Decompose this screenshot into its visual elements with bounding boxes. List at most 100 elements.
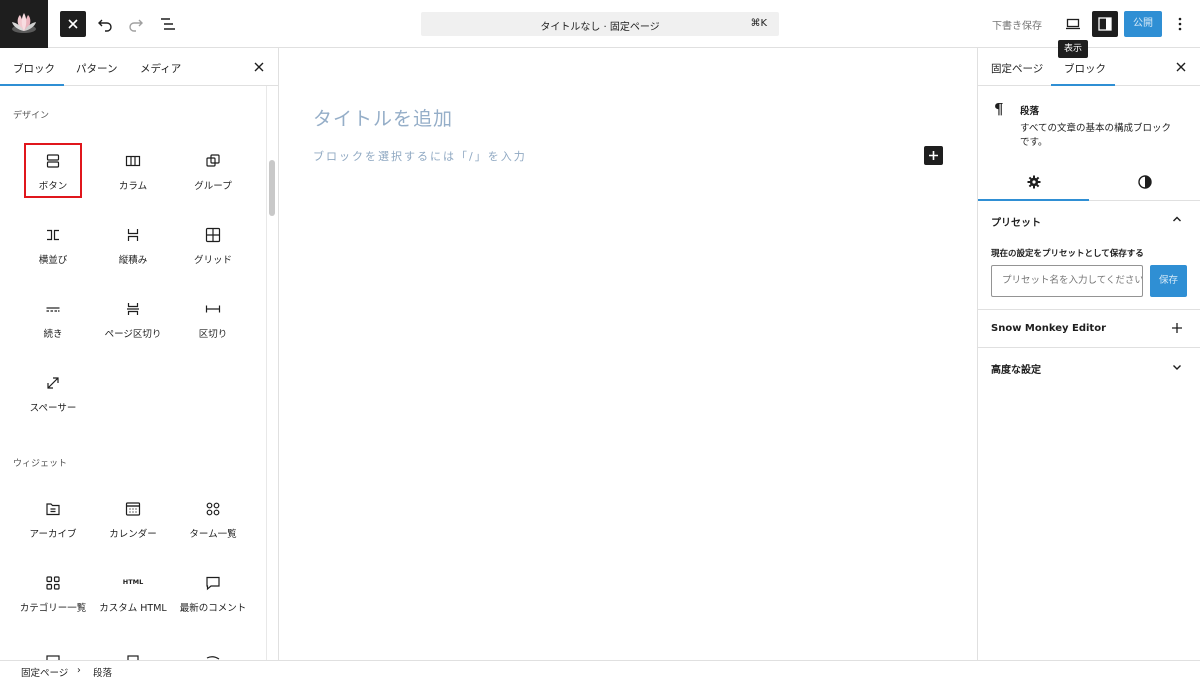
divider: [978, 347, 1200, 348]
settings-sidebar-button[interactable]: [1092, 11, 1118, 37]
plus-icon: [929, 151, 938, 160]
block-settings-tabs: [978, 166, 1200, 201]
selection-highlight: [24, 143, 82, 198]
chevron-down-icon: [1173, 365, 1181, 370]
block-description: すべての文章の基本の構成ブロックです。: [1020, 123, 1171, 148]
close-inserter-button[interactable]: [60, 11, 86, 37]
plus-icon: [1172, 323, 1182, 333]
divider: [978, 309, 1200, 310]
comment-icon: [206, 576, 220, 591]
block-more[interactable]: 続き: [13, 292, 93, 352]
calendar-icon: [125, 502, 141, 516]
block-row[interactable]: 横並び: [13, 218, 93, 278]
publish-button[interactable]: 公開: [1124, 11, 1162, 37]
block-name: 段落: [1020, 106, 1040, 117]
block-archive[interactable]: アーカイブ: [13, 492, 93, 552]
close-icon: [254, 62, 264, 72]
redo-icon: [129, 19, 143, 32]
snow-monkey-toggle[interactable]: [1170, 321, 1184, 335]
separator-icon: [205, 305, 221, 313]
gear-icon: [1027, 175, 1041, 189]
advanced-panel-title[interactable]: 高度な設定: [991, 361, 1041, 376]
options-button[interactable]: [1170, 11, 1190, 37]
tab-blocks[interactable]: ブロック: [13, 61, 55, 76]
chevron-up-icon: [1173, 216, 1181, 222]
site-logo[interactable]: [0, 0, 48, 48]
preset-name-input[interactable]: プリセット名を入力してください: [991, 265, 1143, 297]
presets-panel-title[interactable]: プリセット: [991, 214, 1041, 229]
block-label: グリッド: [193, 255, 232, 266]
tab-settings[interactable]: [1026, 174, 1042, 190]
more-vertical-icon: [1178, 17, 1182, 31]
category-list-icon: [46, 576, 60, 590]
sidebar-toggle-icon: [1098, 17, 1112, 31]
term-list-icon: [206, 502, 220, 516]
breadcrumb-separator: ›: [77, 665, 81, 676]
presets-toggle[interactable]: [1170, 212, 1184, 226]
grid-icon: [205, 227, 221, 243]
paragraph-icon: ¶: [994, 100, 1004, 118]
post-title-input[interactable]: タイトルを追加: [313, 104, 453, 131]
tab-block[interactable]: ブロック: [1064, 61, 1106, 76]
shortcut-hint: ⌘K: [750, 18, 767, 29]
block-label: カレンダー: [109, 529, 157, 540]
active-tab-indicator: [0, 84, 64, 86]
add-block-button[interactable]: [924, 146, 943, 165]
html-icon: HTML: [122, 578, 144, 586]
block-group[interactable]: グループ: [173, 144, 253, 204]
block-label: グループ: [194, 181, 232, 192]
block-label: 区切り: [198, 329, 228, 340]
desktop-icon: [1066, 18, 1080, 30]
row-icon: [47, 229, 59, 241]
save-draft-button[interactable]: 下書き保存: [992, 17, 1042, 32]
block-columns[interactable]: カラム: [93, 144, 173, 204]
block-label: 横並び: [38, 255, 68, 266]
block-custom-html[interactable]: HTML カスタム HTML: [93, 566, 173, 626]
settings-sidebar: 固定ページ ブロック ¶ 段落 すべての文章の基本の構成ブロックです。 プリセッ…: [977, 48, 1200, 660]
block-label: 縦積み: [118, 255, 148, 266]
block-stack[interactable]: 縦積み: [93, 218, 173, 278]
block-label: スペーサー: [29, 403, 77, 414]
breadcrumb-paragraph[interactable]: 段落: [93, 665, 112, 679]
block-separator[interactable]: 区切り: [173, 292, 253, 352]
undo-icon: [98, 19, 112, 32]
block-calendar[interactable]: カレンダー: [93, 492, 173, 552]
close-sidebar-button[interactable]: [1174, 60, 1188, 74]
preset-save-button[interactable]: 保存: [1150, 265, 1187, 297]
view-button[interactable]: [1060, 11, 1086, 37]
tab-page[interactable]: 固定ページ: [991, 61, 1043, 76]
block-label: カラム: [118, 181, 148, 192]
undo-button[interactable]: [92, 11, 118, 37]
sidebar-tabs: 固定ページ ブロック: [978, 48, 1200, 86]
block-grid[interactable]: グリッド: [173, 218, 253, 278]
block-spacer[interactable]: スペーサー: [13, 366, 93, 426]
columns-icon: [125, 155, 141, 167]
document-overview-button[interactable]: [155, 11, 181, 37]
block-term-list[interactable]: ターム一覧: [173, 492, 253, 552]
block-latest-comments[interactable]: 最新のコメント: [173, 566, 253, 626]
advanced-toggle[interactable]: [1170, 360, 1184, 374]
paragraph-block[interactable]: ブロックを選択するには「/」を入力: [313, 148, 527, 164]
close-icon: [1176, 62, 1186, 72]
block-label: 最新のコメント: [179, 603, 247, 614]
block-category-list[interactable]: カテゴリー一覧: [13, 566, 93, 626]
block-label: カスタム HTML: [99, 603, 167, 614]
command-palette-bar[interactable]: タイトルなし · 固定ページ ⌘K: [421, 12, 779, 36]
block-page-break[interactable]: ページ区切り: [93, 292, 173, 352]
active-tab-indicator: [1051, 84, 1115, 86]
tab-patterns[interactable]: パターン: [76, 61, 117, 76]
list-view-icon: [161, 18, 175, 30]
redo-button[interactable]: [123, 11, 149, 37]
breadcrumb-page[interactable]: 固定ページ: [21, 665, 68, 679]
editor-header: タイトルなし · 固定ページ ⌘K 下書き保存 公開: [0, 0, 1200, 48]
lotus-logo-icon: [12, 13, 36, 33]
close-panel-button[interactable]: [252, 60, 266, 74]
tab-styles[interactable]: [1137, 174, 1153, 190]
block-label: ページ区切り: [104, 329, 162, 340]
snow-monkey-panel-title[interactable]: Snow Monkey Editor: [991, 323, 1106, 334]
spacer-icon: [47, 377, 59, 389]
tab-media[interactable]: メディア: [140, 61, 181, 76]
inserter-scrollbar-thumb[interactable]: [269, 160, 275, 216]
block-breadcrumb: 固定ページ › 段落: [0, 660, 1200, 680]
close-icon: [68, 19, 78, 29]
